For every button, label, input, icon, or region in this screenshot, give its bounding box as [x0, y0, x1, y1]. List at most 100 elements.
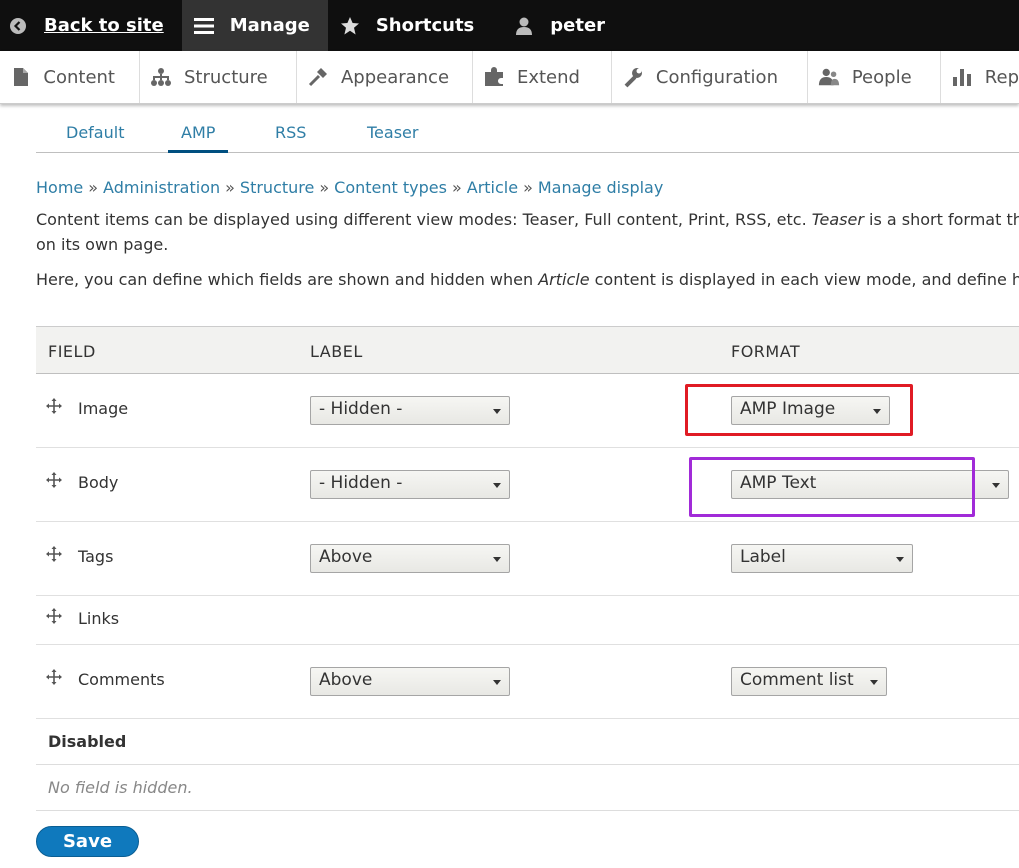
tray-item-label: Configuration: [655, 66, 778, 88]
select-value: - Hidden -: [319, 399, 403, 419]
label-select[interactable]: - Hidden -: [310, 396, 510, 425]
table-row: Tags Above Label: [36, 522, 1019, 596]
user-label: peter: [550, 15, 606, 36]
shortcuts-button[interactable]: Shortcuts: [328, 0, 492, 51]
caret-down-icon: [493, 409, 501, 414]
drag-handle-icon[interactable]: [46, 669, 62, 685]
tab-amp[interactable]: AMP: [181, 123, 215, 142]
tray-item-extend[interactable]: Extend: [473, 51, 612, 103]
format-select[interactable]: Comment list: [731, 667, 887, 696]
chevron-left-circle-icon: [8, 16, 28, 36]
tray-item-configuration[interactable]: Configuration: [612, 51, 808, 103]
field-name: Comments: [78, 670, 165, 689]
label-select[interactable]: Above: [310, 544, 510, 573]
sitemap-icon: [150, 66, 172, 88]
description-paragraph-2: Here, you can define which fields are sh…: [36, 267, 1019, 292]
field-name: Body: [78, 473, 119, 492]
user-icon: [514, 16, 534, 36]
breadcrumb-separator: »: [88, 178, 99, 197]
puzzle-icon: [483, 66, 505, 88]
table-row: Comments Above Comment list: [36, 645, 1019, 719]
description-paragraph-1-line-2: on its own page.: [36, 235, 169, 254]
drag-handle-icon[interactable]: [46, 472, 62, 488]
description-text: Content items can be displayed using dif…: [36, 210, 812, 229]
tray-item-label: Structure: [184, 66, 268, 88]
select-value: Above: [319, 547, 373, 567]
column-header-label: LABEL: [310, 342, 363, 361]
description-text: content is displayed in each view mode, …: [589, 270, 1019, 289]
table-header: FIELD LABEL FORMAT: [36, 326, 1019, 374]
breadcrumb-administration[interactable]: Administration: [103, 178, 220, 197]
file-icon: [10, 66, 31, 88]
user-menu-button[interactable]: peter: [492, 0, 623, 51]
breadcrumb-content-types[interactable]: Content types: [334, 178, 447, 197]
format-select[interactable]: Label: [731, 544, 913, 573]
red-highlight-box: [685, 384, 913, 436]
manage-label: Manage: [229, 15, 310, 36]
tray-item-label: People: [851, 66, 912, 88]
tray-item-label: Rep: [984, 66, 1019, 88]
description-text: Here, you can define which fields are sh…: [36, 270, 539, 289]
caret-down-icon: [493, 557, 501, 562]
tray-item-label: Extend: [516, 66, 580, 88]
tab-rss[interactable]: RSS: [275, 123, 306, 142]
active-tab-indicator: [168, 150, 228, 153]
back-to-site-link[interactable]: Back to site: [0, 0, 182, 51]
tray-item-appearance[interactable]: Appearance: [297, 51, 473, 103]
breadcrumb-manage-display[interactable]: Manage display: [538, 178, 663, 197]
tray-item-people[interactable]: People: [808, 51, 941, 103]
wrench-icon: [622, 66, 644, 88]
caret-down-icon: [896, 557, 904, 562]
manage-button[interactable]: Manage: [181, 0, 328, 51]
tray-item-reports[interactable]: Rep: [941, 51, 1019, 103]
admin-tray: Content Structure Appearance Extend Conf…: [0, 51, 1019, 104]
shortcuts-label: Shortcuts: [375, 15, 475, 36]
select-value: Comment list: [740, 670, 854, 690]
caret-down-icon: [493, 483, 501, 488]
view-mode-tabs: Default AMP RSS Teaser: [36, 114, 1019, 153]
label-select[interactable]: Above: [310, 667, 510, 696]
field-name: Image: [78, 399, 129, 418]
table-row: Links: [36, 596, 1019, 645]
select-value: Above: [319, 670, 373, 690]
tab-default[interactable]: Default: [66, 123, 124, 142]
label-select[interactable]: - Hidden -: [310, 470, 510, 499]
breadcrumb-article[interactable]: Article: [467, 178, 518, 197]
purple-highlight-box: [689, 457, 975, 517]
save-button[interactable]: Save: [36, 826, 139, 857]
breadcrumb-home[interactable]: Home: [36, 178, 83, 197]
disabled-region-header: Disabled: [36, 718, 1019, 765]
drag-handle-icon[interactable]: [46, 608, 62, 624]
tray-item-content[interactable]: Content: [0, 51, 140, 103]
select-value: - Hidden -: [319, 473, 403, 493]
disabled-region-empty: No field is hidden.: [36, 765, 1019, 811]
bar-chart-icon: [951, 66, 973, 88]
tray-item-structure[interactable]: Structure: [140, 51, 297, 103]
tray-item-label: Appearance: [340, 66, 450, 88]
people-icon: [818, 66, 840, 88]
breadcrumb: Home» Administration» Structure» Content ty…: [36, 178, 663, 197]
disabled-heading: Disabled: [48, 732, 127, 751]
breadcrumb-separator: »: [523, 178, 533, 197]
column-header-format: FORMAT: [731, 342, 801, 361]
breadcrumb-separator: »: [451, 178, 462, 197]
caret-down-icon: [493, 680, 501, 685]
column-header-field: FIELD: [48, 342, 96, 361]
hamburger-icon: [193, 16, 214, 36]
breadcrumb-separator: »: [225, 178, 235, 197]
back-to-site-label: Back to site: [44, 15, 164, 36]
caret-down-icon: [992, 483, 1000, 488]
description-emphasis: Teaser: [811, 210, 864, 229]
description-text: is a short format that is: [869, 210, 1019, 229]
description-emphasis: Article: [538, 270, 590, 289]
drag-handle-icon[interactable]: [46, 546, 62, 562]
field-name: Links: [78, 609, 120, 628]
breadcrumb-separator: »: [319, 178, 330, 197]
breadcrumb-structure[interactable]: Structure: [240, 178, 314, 197]
tab-teaser[interactable]: Teaser: [367, 123, 418, 142]
caret-down-icon: [870, 680, 878, 685]
star-icon: [340, 16, 360, 36]
tray-item-label: Content: [43, 66, 115, 88]
admin-toolbar: Back to site Manage Shortcuts peter: [0, 0, 1019, 51]
drag-handle-icon[interactable]: [46, 398, 62, 414]
